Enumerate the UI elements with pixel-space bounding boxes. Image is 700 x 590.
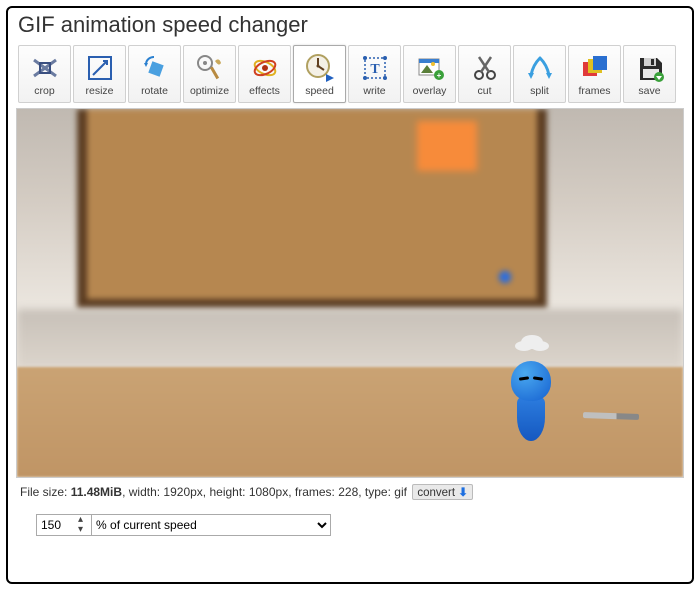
optimize-icon bbox=[193, 51, 227, 85]
tool-label: effects bbox=[249, 86, 280, 97]
corkboard bbox=[77, 109, 547, 309]
frames-value: 228 bbox=[338, 485, 358, 499]
wall bbox=[17, 309, 683, 369]
effects-icon bbox=[248, 51, 282, 85]
speed-unit-select[interactable]: % of current speed bbox=[91, 514, 331, 536]
tool-label: rotate bbox=[141, 86, 168, 97]
tool-frames[interactable]: frames bbox=[568, 45, 621, 103]
svg-text:T: T bbox=[370, 62, 380, 77]
type-value: gif bbox=[394, 485, 407, 499]
tool-label: frames bbox=[578, 86, 610, 97]
file-size-value: 11.48MiB bbox=[71, 485, 122, 499]
tool-overlay[interactable]: + overlay bbox=[403, 45, 456, 103]
toolbar: crop resize rotate optimize effects bbox=[14, 44, 686, 104]
tool-save[interactable]: save bbox=[623, 45, 676, 103]
desk-surface bbox=[17, 367, 683, 477]
tool-split[interactable]: split bbox=[513, 45, 566, 103]
width-value: 1920px bbox=[163, 485, 202, 499]
tool-label: split bbox=[530, 86, 549, 97]
app-frame: GIF animation speed changer crop resize … bbox=[6, 6, 694, 584]
preview-image bbox=[16, 108, 684, 478]
sticky-note bbox=[417, 121, 477, 171]
height-label: , height: bbox=[203, 485, 249, 499]
tool-write[interactable]: T write bbox=[348, 45, 401, 103]
tool-effects[interactable]: effects bbox=[238, 45, 291, 103]
frames-icon bbox=[578, 51, 612, 85]
svg-text:+: + bbox=[436, 71, 441, 80]
speed-controls: ▴▾ % of current speed bbox=[36, 514, 692, 536]
tool-label: speed bbox=[305, 86, 334, 97]
tool-label: optimize bbox=[190, 86, 229, 97]
tool-rotate[interactable]: rotate bbox=[128, 45, 181, 103]
tool-label: resize bbox=[85, 86, 113, 97]
width-label: , width: bbox=[122, 485, 163, 499]
overlay-icon: + bbox=[413, 51, 447, 85]
tool-label: crop bbox=[34, 86, 54, 97]
blue-character bbox=[509, 361, 553, 441]
tool-speed[interactable]: speed bbox=[293, 45, 346, 103]
speed-stepper: ▴▾ bbox=[36, 514, 83, 536]
tool-cut[interactable]: cut bbox=[458, 45, 511, 103]
convert-label: convert bbox=[417, 487, 455, 499]
push-pin bbox=[499, 271, 511, 283]
tool-label: save bbox=[638, 86, 660, 97]
speed-icon bbox=[303, 51, 337, 85]
tool-label: overlay bbox=[413, 86, 447, 97]
save-icon bbox=[633, 51, 667, 85]
cut-icon bbox=[468, 51, 502, 85]
split-icon bbox=[523, 51, 557, 85]
tool-label: cut bbox=[477, 86, 491, 97]
file-meta: File size: 11.48MiB, width: 1920px, heig… bbox=[20, 484, 692, 500]
tool-label: write bbox=[363, 86, 385, 97]
height-value: 1080px bbox=[249, 485, 288, 499]
tool-crop[interactable]: crop bbox=[18, 45, 71, 103]
write-icon: T bbox=[358, 51, 392, 85]
speed-input[interactable] bbox=[36, 514, 94, 536]
thought-cloud bbox=[521, 335, 543, 349]
page-title: GIF animation speed changer bbox=[18, 12, 692, 38]
convert-button[interactable]: convert ⬇ bbox=[412, 484, 473, 500]
crop-icon bbox=[28, 51, 62, 85]
tool-resize[interactable]: resize bbox=[73, 45, 126, 103]
type-label: , type: bbox=[358, 485, 394, 499]
rotate-icon bbox=[138, 51, 172, 85]
tool-optimize[interactable]: optimize bbox=[183, 45, 236, 103]
download-icon: ⬇ bbox=[458, 487, 468, 499]
file-size-label: File size: bbox=[20, 485, 71, 499]
resize-icon bbox=[83, 51, 117, 85]
frames-label: , frames: bbox=[288, 485, 338, 499]
